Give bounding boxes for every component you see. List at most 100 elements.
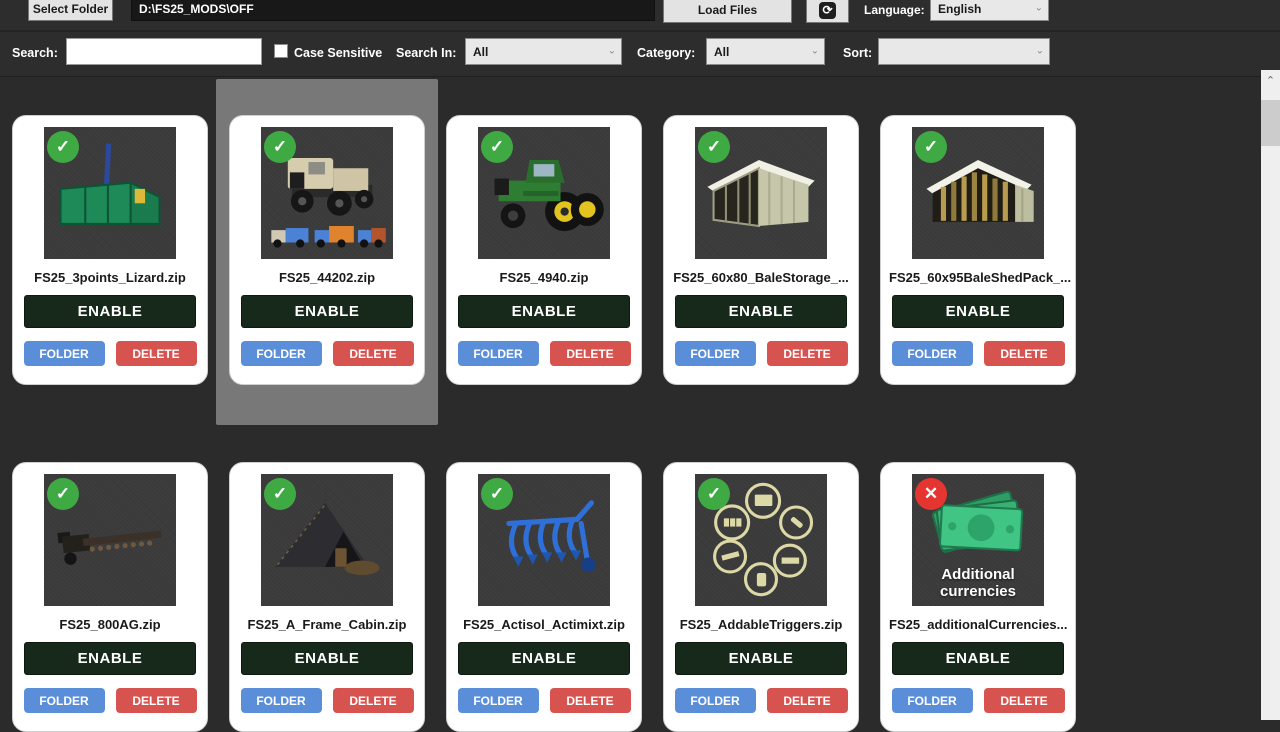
chevron-down-icon: ⌄: [608, 45, 616, 56]
scrollbar-up-icon[interactable]: ⌃: [1261, 70, 1280, 92]
mod-card[interactable]: ✓ FS25_60x80_BaleStorage_... ENABLE FOLD…: [663, 115, 859, 385]
delete-button[interactable]: DELETE: [767, 341, 848, 366]
mod-filename: FS25_800AG.zip: [13, 617, 207, 633]
mod-thumbnail: ✓: [478, 474, 610, 606]
card-actions: FOLDER DELETE: [447, 688, 641, 713]
mod-filename: FS25_Actisol_Actimixt.zip: [447, 617, 641, 633]
folder-button[interactable]: FOLDER: [892, 688, 973, 713]
card-actions: FOLDER DELETE: [664, 688, 858, 713]
folder-button[interactable]: FOLDER: [675, 341, 756, 366]
enabled-check-icon: ✓: [481, 131, 513, 163]
search-in-select[interactable]: All ⌄: [465, 38, 622, 65]
top-toolbar: Select Folder D:\FS25_MODS\OFF Load File…: [0, 0, 1280, 32]
enable-button[interactable]: ENABLE: [892, 642, 1064, 675]
mod-thumbnail: ✓: [44, 127, 176, 259]
enable-button[interactable]: ENABLE: [675, 295, 847, 328]
select-folder-button[interactable]: Select Folder: [28, 0, 113, 21]
enabled-check-icon: ✓: [264, 478, 296, 510]
language-label: Language:: [864, 3, 925, 17]
enabled-check-icon: ✓: [698, 478, 730, 510]
card-actions: FOLDER DELETE: [13, 341, 207, 366]
category-label: Category:: [637, 46, 695, 60]
mod-filename: FS25_44202.zip: [230, 270, 424, 286]
mod-card[interactable]: ✓ FS25_3points_Lizard.zip ENABLE FOLDER …: [12, 115, 208, 385]
card-actions: FOLDER DELETE: [664, 341, 858, 366]
search-input[interactable]: [66, 38, 262, 65]
card-actions: FOLDER DELETE: [13, 688, 207, 713]
mod-thumbnail: ✕ Additional currencies: [912, 474, 1044, 606]
mod-card[interactable]: ✓ FS25_44202.zip ENABLE FOLDER DELETE: [229, 115, 425, 385]
folder-button[interactable]: FOLDER: [892, 341, 973, 366]
enabled-check-icon: ✓: [264, 131, 296, 163]
mod-thumbnail: ✓: [261, 474, 393, 606]
scrollbar-thumb[interactable]: [1261, 100, 1280, 146]
mod-thumbnail: ✓: [478, 127, 610, 259]
enable-button[interactable]: ENABLE: [24, 295, 196, 328]
folder-button[interactable]: FOLDER: [241, 341, 322, 366]
mod-filename: FS25_3points_Lizard.zip: [13, 270, 207, 286]
delete-button[interactable]: DELETE: [333, 341, 414, 366]
mod-card[interactable]: ✓ FS25_Actisol_Actimixt.zip ENABLE FOLDE…: [446, 462, 642, 732]
card-actions: FOLDER DELETE: [447, 341, 641, 366]
delete-button[interactable]: DELETE: [116, 341, 197, 366]
category-selected-value: All: [714, 45, 729, 59]
enable-button[interactable]: ENABLE: [458, 295, 630, 328]
card-actions: FOLDER DELETE: [230, 341, 424, 366]
delete-button[interactable]: DELETE: [984, 688, 1065, 713]
enable-button[interactable]: ENABLE: [241, 642, 413, 675]
enabled-check-icon: ✓: [915, 131, 947, 163]
mod-card[interactable]: ✕ Additional currencies FS25_additionalC…: [880, 462, 1076, 732]
mod-card[interactable]: ✓ FS25_4940.zip ENABLE FOLDER DELETE: [446, 115, 642, 385]
chevron-down-icon: ⌄: [1035, 3, 1043, 14]
delete-button[interactable]: DELETE: [767, 688, 848, 713]
folder-button[interactable]: FOLDER: [458, 688, 539, 713]
folder-button[interactable]: FOLDER: [24, 688, 105, 713]
enable-button[interactable]: ENABLE: [675, 642, 847, 675]
mod-thumbnail: ✓: [261, 127, 393, 259]
search-label: Search:: [12, 46, 58, 60]
chevron-down-icon: ⌄: [811, 45, 819, 56]
sort-label: Sort:: [843, 46, 872, 60]
folder-button[interactable]: FOLDER: [675, 688, 756, 713]
delete-button[interactable]: DELETE: [550, 688, 631, 713]
language-select[interactable]: English ⌄: [930, 0, 1049, 21]
enabled-check-icon: ✓: [47, 478, 79, 510]
mod-card[interactable]: ✓ FS25_800AG.zip ENABLE FOLDER DELETE: [12, 462, 208, 732]
folder-button[interactable]: FOLDER: [458, 341, 539, 366]
delete-button[interactable]: DELETE: [333, 688, 414, 713]
enable-button[interactable]: ENABLE: [892, 295, 1064, 328]
disabled-x-icon: ✕: [915, 478, 947, 510]
mod-card[interactable]: ✓ FS25_60x95BaleShedPack_... ENABLE FOLD…: [880, 115, 1076, 385]
folder-path-field[interactable]: D:\FS25_MODS\OFF: [131, 0, 655, 21]
delete-button[interactable]: DELETE: [984, 341, 1065, 366]
sort-select[interactable]: ⌄: [878, 38, 1050, 65]
card-actions: FOLDER DELETE: [230, 688, 424, 713]
folder-button[interactable]: FOLDER: [24, 341, 105, 366]
load-files-button[interactable]: Load Files: [663, 0, 792, 23]
mod-thumbnail: ✓: [695, 474, 827, 606]
mod-thumbnail: ✓: [44, 474, 176, 606]
folder-button[interactable]: FOLDER: [241, 688, 322, 713]
enabled-check-icon: ✓: [698, 131, 730, 163]
refresh-button[interactable]: ⟳: [806, 0, 849, 23]
mod-card[interactable]: ✓ FS25_A_Frame_Cabin.zip ENABLE FOLDER D…: [229, 462, 425, 732]
mod-filename: FS25_additionalCurrencies...: [881, 617, 1075, 633]
thumbnail-caption: Additional currencies: [912, 566, 1044, 600]
enable-button[interactable]: ENABLE: [241, 295, 413, 328]
mod-filename: FS25_60x95BaleShedPack_...: [881, 270, 1075, 286]
enable-button[interactable]: ENABLE: [458, 642, 630, 675]
enabled-check-icon: ✓: [47, 131, 79, 163]
enable-button[interactable]: ENABLE: [24, 642, 196, 675]
delete-button[interactable]: DELETE: [116, 688, 197, 713]
case-sensitive-checkbox[interactable]: [274, 44, 288, 58]
mod-card[interactable]: ✓ FS25_AddableTriggers.zip ENABLE FOLDER…: [663, 462, 859, 732]
case-sensitive-label: Case Sensitive: [294, 46, 382, 60]
refresh-icon: ⟳: [819, 2, 836, 19]
mod-filename: FS25_60x80_BaleStorage_...: [664, 270, 858, 286]
category-select[interactable]: All ⌄: [706, 38, 825, 65]
chevron-down-icon: ⌄: [1036, 45, 1044, 56]
delete-button[interactable]: DELETE: [550, 341, 631, 366]
mod-thumbnail: ✓: [912, 127, 1044, 259]
card-actions: FOLDER DELETE: [881, 341, 1075, 366]
card-actions: FOLDER DELETE: [881, 688, 1075, 713]
